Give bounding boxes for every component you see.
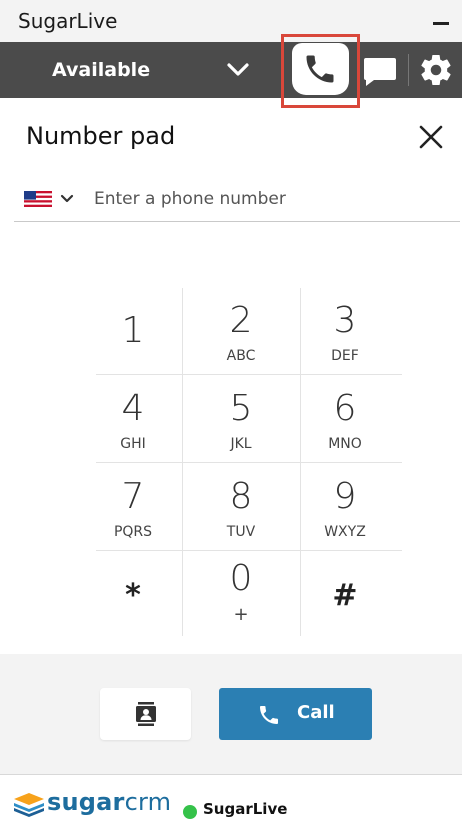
key-0[interactable]: 0 + — [191, 552, 291, 638]
contacts-button[interactable] — [100, 688, 191, 740]
brand-bold: sugar — [47, 788, 125, 816]
key-3[interactable]: 3 DEF — [295, 288, 395, 374]
phone-number-row — [14, 178, 460, 222]
gear-icon[interactable] — [418, 52, 454, 88]
key-letters: JKL — [230, 436, 252, 452]
presence-status-dot — [183, 805, 197, 819]
key-7[interactable]: 7 PQRS — [83, 464, 183, 550]
key-digit: # — [332, 578, 358, 613]
status-dropdown[interactable]: Available — [0, 42, 270, 98]
status-toolbar: Available — [0, 34, 462, 108]
footer: sugarcrm SugarLive — [0, 774, 462, 832]
keypad: 1 2 ABC 3 DEF 4 GHI 5 JKL 6 MNO 7 PQRS 8… — [96, 288, 402, 636]
chat-icon[interactable] — [362, 54, 400, 88]
key-letters: DEF — [331, 348, 359, 364]
key-digit: 7 — [121, 476, 145, 517]
key-letters: WXYZ — [324, 524, 366, 540]
brand-name: sugarcrm — [47, 788, 171, 816]
contacts-icon — [136, 702, 156, 726]
phone-number-input[interactable] — [94, 182, 444, 216]
tab-phone[interactable] — [281, 34, 360, 108]
close-icon[interactable] — [416, 122, 446, 152]
key-8[interactable]: 8 TUV — [191, 464, 291, 550]
keypad-divider — [96, 374, 402, 375]
key-6[interactable]: 6 MNO — [295, 376, 395, 462]
key-digit: 8 — [229, 476, 253, 517]
key-4[interactable]: 4 GHI — [83, 376, 183, 462]
chevron-down-icon[interactable] — [60, 193, 74, 205]
key-letters: TUV — [226, 524, 256, 540]
keypad-divider — [96, 550, 402, 551]
key-digit: 5 — [229, 388, 253, 429]
key-digit: 9 — [333, 476, 357, 517]
key-digit: 1 — [121, 310, 145, 351]
key-digit: 4 — [121, 388, 145, 429]
phone-icon — [306, 55, 334, 83]
window-titlebar: SugarLive — [0, 0, 462, 42]
brand-thin: crm — [124, 788, 172, 816]
key-hash[interactable]: # — [295, 552, 395, 638]
sugarcrm-logo-icon — [14, 793, 44, 817]
us-flag-icon[interactable] — [24, 191, 52, 207]
key-digit: 2 — [229, 300, 253, 341]
call-button-label: Call — [297, 702, 335, 723]
key-5[interactable]: 5 JKL — [191, 376, 291, 462]
key-1[interactable]: 1 — [83, 288, 183, 374]
call-button[interactable]: Call — [219, 688, 372, 740]
key-2[interactable]: 2 ABC — [191, 288, 291, 374]
page-title: Number pad — [26, 122, 176, 150]
chevron-down-icon — [227, 63, 249, 76]
key-star[interactable]: * — [83, 552, 183, 638]
key-letters: + — [233, 604, 249, 625]
key-digit: * — [125, 578, 141, 613]
keypad-divider — [96, 462, 402, 463]
phone-icon — [260, 706, 278, 724]
key-letters: MNO — [328, 436, 362, 452]
key-9[interactable]: 9 WXYZ — [295, 464, 395, 550]
toolbar-divider — [408, 54, 409, 86]
key-letters: ABC — [226, 348, 256, 364]
key-digit: 3 — [333, 300, 357, 341]
status-label: Available — [52, 59, 151, 81]
key-letters: GHI — [120, 436, 146, 452]
presence-label: SugarLive — [203, 800, 288, 818]
minimize-icon[interactable] — [432, 12, 450, 30]
key-digit: 6 — [333, 388, 357, 429]
window-title: SugarLive — [18, 9, 118, 33]
action-bar: Call — [0, 654, 462, 774]
key-digit: 0 — [229, 558, 253, 599]
key-letters: PQRS — [113, 524, 153, 540]
